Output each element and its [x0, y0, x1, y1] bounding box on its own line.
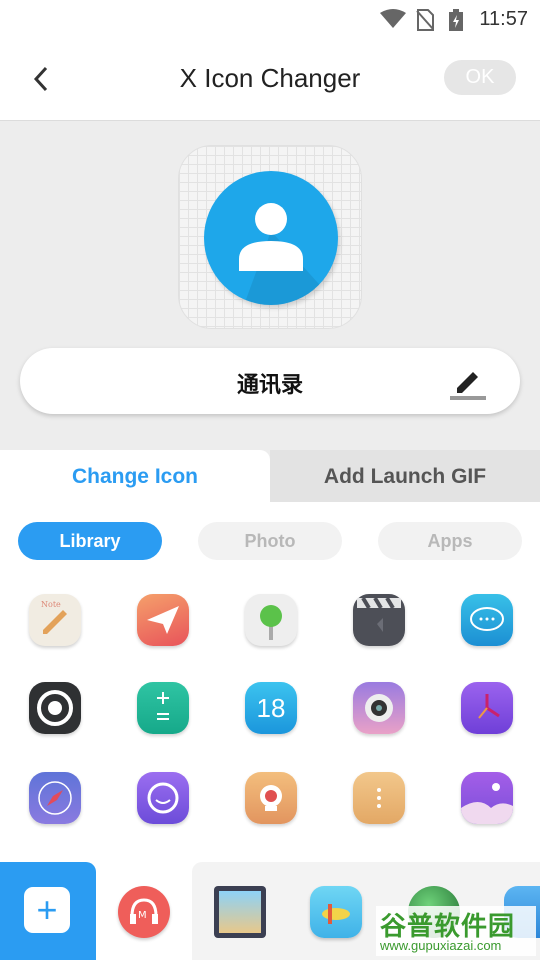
stamp-icon[interactable]: [245, 772, 297, 824]
paper-plane-icon[interactable]: [137, 594, 189, 646]
add-button[interactable]: +: [24, 887, 70, 933]
pencil-edit-icon[interactable]: [450, 364, 486, 400]
lollipop-icon[interactable]: [245, 594, 297, 646]
compass-icon[interactable]: [29, 772, 81, 824]
wifi-icon: [380, 9, 406, 28]
camera-lens-icon[interactable]: [29, 682, 81, 734]
battery-charging-icon: [449, 9, 463, 31]
segment-library[interactable]: Library: [18, 522, 162, 560]
calendar-day: 18: [256, 693, 286, 723]
gallery-frame-icon[interactable]: [214, 886, 266, 938]
segment-apps[interactable]: Apps: [378, 522, 522, 560]
status-bar: 11:57: [0, 0, 540, 38]
chat-bubble-icon[interactable]: [461, 594, 513, 646]
camera-icon[interactable]: [353, 682, 405, 734]
app-header: X Icon Changer OK: [0, 38, 540, 121]
ok-button[interactable]: OK: [444, 60, 516, 95]
music-icon[interactable]: M: [118, 886, 170, 938]
icon-name-field[interactable]: 通讯录: [20, 348, 520, 414]
clapperboard-icon[interactable]: [353, 594, 405, 646]
mountain-gallery-icon[interactable]: [461, 772, 513, 824]
svg-text:M: M: [138, 910, 147, 921]
calendar-18-icon[interactable]: 18: [245, 682, 297, 734]
contacts-icon: [204, 171, 338, 305]
tab-add-launch-gif[interactable]: Add Launch GIF: [270, 450, 540, 502]
add-tab: +: [0, 862, 96, 960]
airplane-game-icon[interactable]: [310, 886, 362, 938]
dots-icon[interactable]: [353, 772, 405, 824]
clock-icon[interactable]: [461, 682, 513, 734]
no-sim-icon: [416, 9, 434, 31]
watermark-url: www.gupuxiazai.com: [380, 938, 502, 953]
svg-text:Note: Note: [41, 600, 61, 609]
main-tabs: Change Icon Add Launch GIF: [0, 450, 540, 502]
icon-name-value: 通讯录: [236, 372, 303, 397]
smile-icon[interactable]: [137, 772, 189, 824]
tab-change-icon[interactable]: Change Icon: [0, 450, 270, 502]
status-time: 11:57: [479, 8, 528, 30]
icon-preview: [178, 145, 362, 329]
notes-icon[interactable]: Note: [29, 594, 81, 646]
calculator-icon[interactable]: [137, 682, 189, 734]
bottom-bar-gap: M: [96, 862, 192, 960]
segment-photo[interactable]: Photo: [198, 522, 342, 560]
icon-library-panel: Library Photo Apps Note 18: [0, 502, 540, 862]
watermark: 谷普软件园 www.gupuxiazai.com: [376, 906, 536, 956]
